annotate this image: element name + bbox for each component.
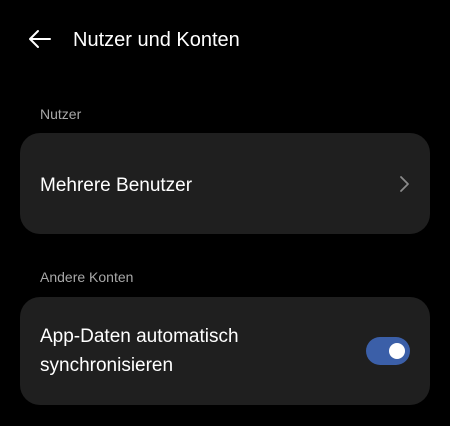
multiple-users-item[interactable]: Mehrere Benutzer [20,133,430,234]
toggle-knob [389,343,405,359]
chevron-right-icon [400,176,409,192]
auto-sync-label-line1: App-Daten automatisch [40,326,239,347]
auto-sync-toggle[interactable] [366,337,410,365]
page-title: Nutzer und Konten [73,29,240,51]
auto-sync-label: App-Daten automatisch synchronisieren [40,322,239,380]
back-button[interactable] [20,22,60,56]
multiple-users-label: Mehrere Benutzer [40,175,193,196]
auto-sync-label-line2: synchronisieren [40,355,174,376]
section-header-andere-konten: Andere Konten [40,269,134,285]
section-header-nutzer: Nutzer [40,106,82,122]
arrow-left-icon [29,30,51,48]
auto-sync-item[interactable]: App-Daten automatisch synchronisieren [20,297,430,405]
app-bar: Nutzer und Konten [0,0,450,80]
